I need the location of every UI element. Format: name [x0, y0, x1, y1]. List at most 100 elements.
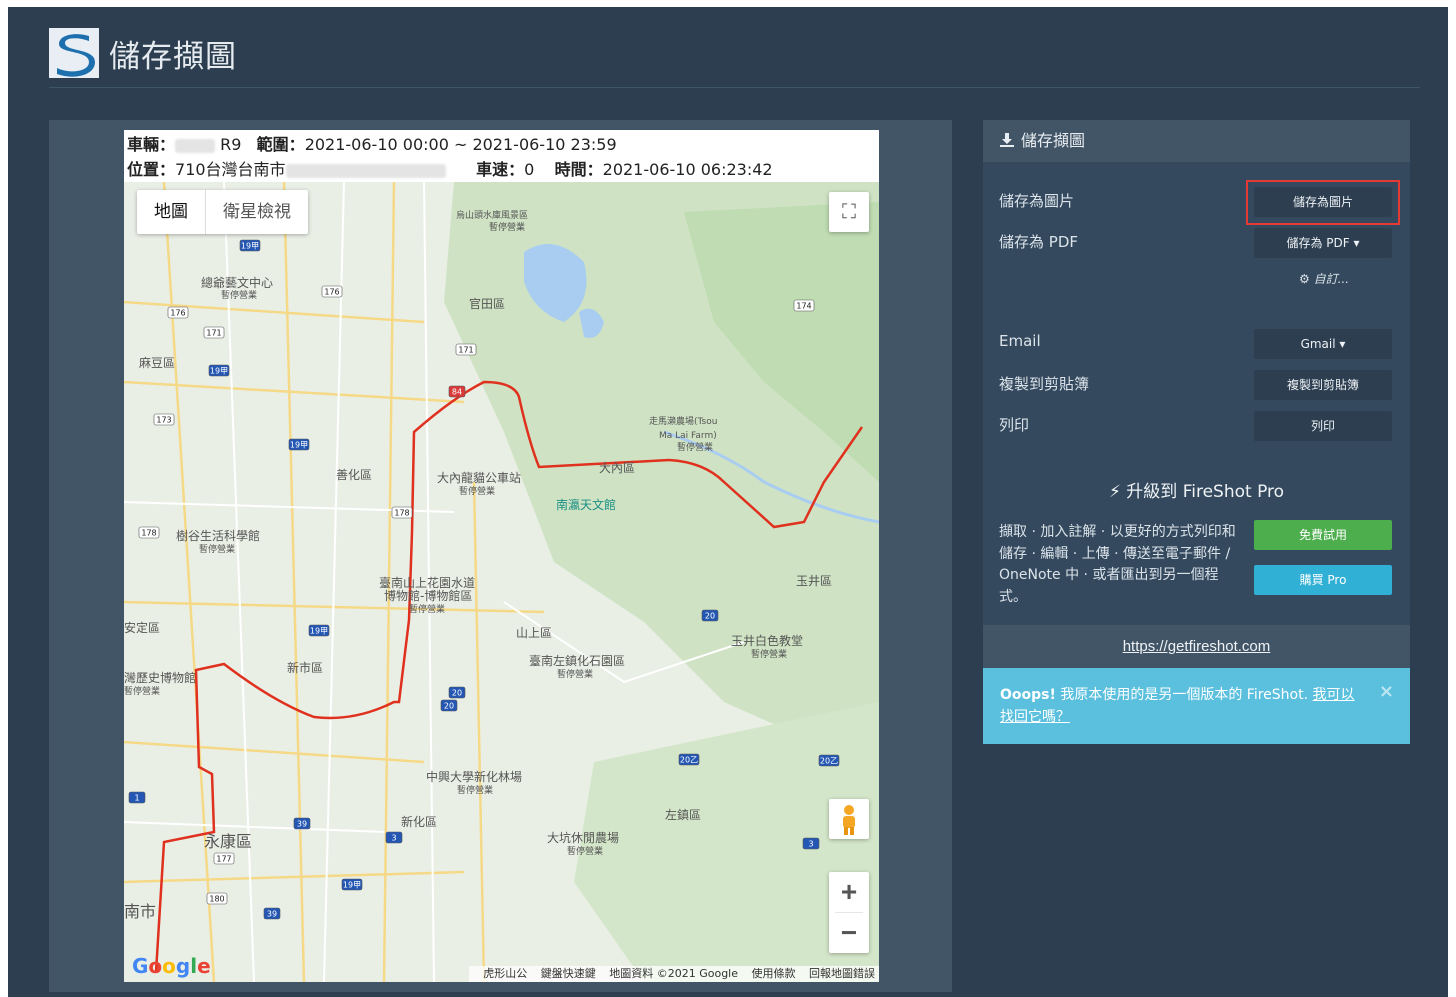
- save-pdf-button[interactable]: 儲存為 PDF ▾: [1254, 228, 1392, 258]
- customize-link[interactable]: ⚙ 自訂...: [1299, 270, 1349, 287]
- road-shield-number: 3: [808, 840, 813, 849]
- redacted-address: [285, 163, 446, 178]
- road-shield: 180: [206, 892, 228, 905]
- map-place-label: 大坑休閒農場: [547, 830, 619, 845]
- close-icon[interactable]: ×: [1379, 681, 1394, 703]
- road-shield: 19甲: [341, 878, 363, 891]
- road-shield-number: 171: [458, 346, 473, 355]
- buy-pro-button[interactable]: 購買 Pro: [1254, 565, 1392, 595]
- fullscreen-button[interactable]: ⛶: [829, 192, 869, 232]
- road-shield: 20: [440, 699, 458, 712]
- map-view[interactable]: 下營區烏山頭水庫風景區暫停營業總爺藝文中心暫停營業官田區麻豆區走馬瀨農場(Tso…: [124, 182, 879, 982]
- header-divider: [49, 87, 1420, 88]
- vehicle-label: 車輛：: [127, 135, 176, 154]
- road-shield: 174: [793, 299, 815, 312]
- print-button[interactable]: 列印: [1254, 411, 1392, 441]
- free-trial-button[interactable]: 免費試用: [1254, 520, 1392, 550]
- info-line-1: 車輛： R9 範圍：2021-06-10 00:00 ~ 2021-06-10 …: [127, 132, 876, 157]
- map-place-label: 暫停營業: [567, 845, 603, 857]
- map-place-label: 暫停營業: [457, 784, 493, 796]
- road-shield: 19甲: [288, 438, 310, 451]
- road-shield-number: 20: [452, 689, 462, 698]
- map-place-label: 新化區: [401, 814, 437, 829]
- road-shield: 1: [128, 791, 146, 804]
- tab-satellite[interactable]: 衛星檢視: [206, 190, 308, 234]
- gear-icon: ⚙: [1299, 272, 1310, 286]
- map-place-label: 暫停營業: [677, 441, 713, 453]
- road-shield-number: 177: [216, 855, 231, 864]
- version-alert: Ooops! 我原本使用的是另一個版本的 FireShot. 我可以找回它嗎？ …: [983, 668, 1410, 744]
- alert-strong: Ooops!: [1000, 687, 1056, 703]
- fireshot-website-link[interactable]: https://getfireshot.com: [983, 625, 1410, 669]
- keyboard-shortcuts-link[interactable]: 鍵盤快速鍵: [541, 967, 596, 980]
- zoom-in-button[interactable]: +: [829, 872, 869, 912]
- map-data-credit: 地圖資料 ©2021 Google: [609, 967, 738, 980]
- panel-title: 儲存擷圖: [1021, 131, 1086, 150]
- map-place-label: 暫停營業: [199, 543, 235, 555]
- map-attribution: 虎形山公 鍵盤快速鍵 地圖資料 ©2021 Google 使用條款 回報地圖錯誤: [469, 966, 879, 982]
- zoom-out-button[interactable]: −: [829, 913, 869, 953]
- map-place-label: 大內龍貓公車站: [437, 470, 521, 485]
- screenshot-preview: 車輛： R9 範圍：2021-06-10 00:00 ~ 2021-06-10 …: [49, 120, 952, 992]
- map-place-label: 臺南左鎮化石園區: [529, 653, 625, 668]
- attrib-place: 虎形山公: [483, 967, 528, 980]
- road-shield-number: 39: [297, 820, 307, 829]
- road-shield: 178: [391, 506, 413, 519]
- road-shield-number: 20: [705, 612, 715, 621]
- pegman-icon: [843, 805, 855, 835]
- map-place-label: 中興大學新化林場: [426, 769, 522, 784]
- email-label: Email: [999, 332, 1041, 350]
- google-logo-letter: o: [148, 954, 163, 978]
- report-error-link[interactable]: 回報地圖錯誤: [809, 967, 875, 980]
- map-place-label: 善化區: [336, 467, 372, 482]
- road-shield-number: 19甲: [343, 881, 361, 890]
- road-shield: 19甲: [308, 624, 330, 637]
- road-shield: 84: [448, 385, 466, 398]
- road-shield-number: 19甲: [241, 242, 259, 251]
- terms-link[interactable]: 使用條款: [752, 967, 796, 980]
- road-shield-number: 178: [394, 509, 409, 518]
- alert-text: 我原本使用的是另一個版本的 FireShot.: [1060, 687, 1309, 703]
- map-place-label: 暫停營業: [459, 485, 495, 497]
- road-shield: 20乙: [678, 753, 700, 766]
- road-shield: 19甲: [208, 364, 230, 377]
- upgrade-heading: ⚡ 升級到 FireShot Pro: [983, 477, 1410, 502]
- gmail-button[interactable]: Gmail ▾: [1254, 329, 1392, 359]
- map-place-label: 烏山頭水庫風景區: [456, 209, 528, 221]
- copy-clipboard-button[interactable]: 複製到剪貼簿: [1254, 370, 1392, 400]
- road-shield-number: 174: [796, 302, 811, 311]
- range-value: 2021-06-10 00:00 ~ 2021-06-10 23:59: [304, 135, 617, 154]
- road-shield: 177: [213, 852, 235, 865]
- map-place-label: 樹谷生活科學館: [176, 528, 260, 543]
- map-place-label: 新市區: [287, 660, 323, 675]
- range-label: 範圍：: [256, 135, 305, 154]
- map-canvas[interactable]: 下營區烏山頭水庫風景區暫停營業總爺藝文中心暫停營業官田區麻豆區走馬瀨農場(Tso…: [124, 182, 879, 982]
- road-shield: 3: [385, 831, 403, 844]
- map-place-label: 南瀛天文館: [556, 497, 616, 512]
- road-shield: 20: [448, 686, 466, 699]
- road-shield: 19甲: [239, 239, 261, 252]
- speed-label: 車速：: [476, 160, 525, 179]
- highlight-box: [1246, 180, 1400, 225]
- download-icon: [1000, 133, 1014, 147]
- map-place-label: 官田區: [469, 296, 505, 311]
- save-image-label: 儲存為圖片: [999, 192, 1075, 210]
- road-shield-number: 176: [324, 288, 339, 297]
- map-place-label: 暫停營業: [557, 668, 593, 680]
- info-line-2: 位置：710台灣台南市 車速：0 時間：2021-06-10 06:23:42: [127, 157, 876, 182]
- road-shield: 176: [321, 285, 343, 298]
- street-view-pegman[interactable]: [829, 799, 869, 839]
- road-shield: 3: [802, 837, 820, 850]
- map-place-label: 山上區: [516, 626, 552, 640]
- map-type-tabs: 地圖 衛星檢視: [137, 190, 308, 234]
- fullscreen-icon: ⛶: [842, 201, 856, 223]
- road-shield: 173: [153, 413, 175, 426]
- tab-map[interactable]: 地圖: [137, 190, 206, 234]
- clipboard-label: 複製到剪貼簿: [999, 375, 1090, 393]
- map-place-label: 暫停營業: [409, 603, 445, 615]
- map-place-label: 臺南山上花園水道: [379, 575, 475, 590]
- road-shield-number: 3: [391, 834, 396, 843]
- road-shield-number: 1: [134, 794, 139, 803]
- google-logo-letter: g: [175, 954, 191, 978]
- road-shield-number: 180: [209, 895, 224, 904]
